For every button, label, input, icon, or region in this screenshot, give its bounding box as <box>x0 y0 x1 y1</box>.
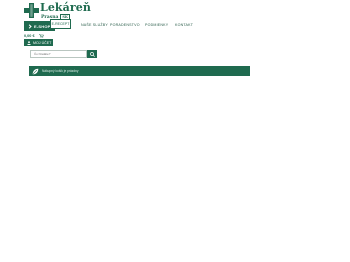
nav-erecept-label: E-RECEPT <box>51 22 70 26</box>
brand-title: Lekáreň <box>40 1 91 14</box>
my-account-button[interactable]: MOJ ÚČET <box>24 39 53 46</box>
cart-total: 0,00 € <box>24 33 35 38</box>
search-icon <box>89 51 95 57</box>
leaf-icon <box>32 68 39 74</box>
chevron-icon <box>27 23 32 29</box>
nav-eshop-label: E-SHOP <box>34 23 51 29</box>
nav-link-contact[interactable]: KONTAKT <box>175 23 193 27</box>
user-icon <box>27 40 31 45</box>
main-nav: E-SHOP E-RECEPT NAŠE SLUŽBY PORADENSTVO … <box>24 19 193 31</box>
cart[interactable]: 0,00 € <box>24 33 44 38</box>
nav-link-services[interactable]: NAŠE SLUŽBY <box>81 23 108 27</box>
nav-erecept[interactable]: E-RECEPT <box>50 19 71 29</box>
logo-link[interactable]: Lekáreň Prasna SK <box>24 1 91 20</box>
cart-status-banner: Nákupný košík je prázdny <box>29 66 250 76</box>
search-bar <box>30 50 97 58</box>
my-account-label: MOJ ÚČET <box>33 40 52 45</box>
pharmacy-cross-icon <box>24 3 39 18</box>
nav-link-advice[interactable]: PORADENSTVO <box>110 23 140 27</box>
search-button[interactable] <box>87 50 97 58</box>
banner-text: Nákupný košík je prázdny <box>42 69 79 73</box>
search-input[interactable] <box>30 50 87 58</box>
cart-icon <box>38 33 44 38</box>
nav-link-terms[interactable]: PODMIENKY <box>145 23 168 27</box>
